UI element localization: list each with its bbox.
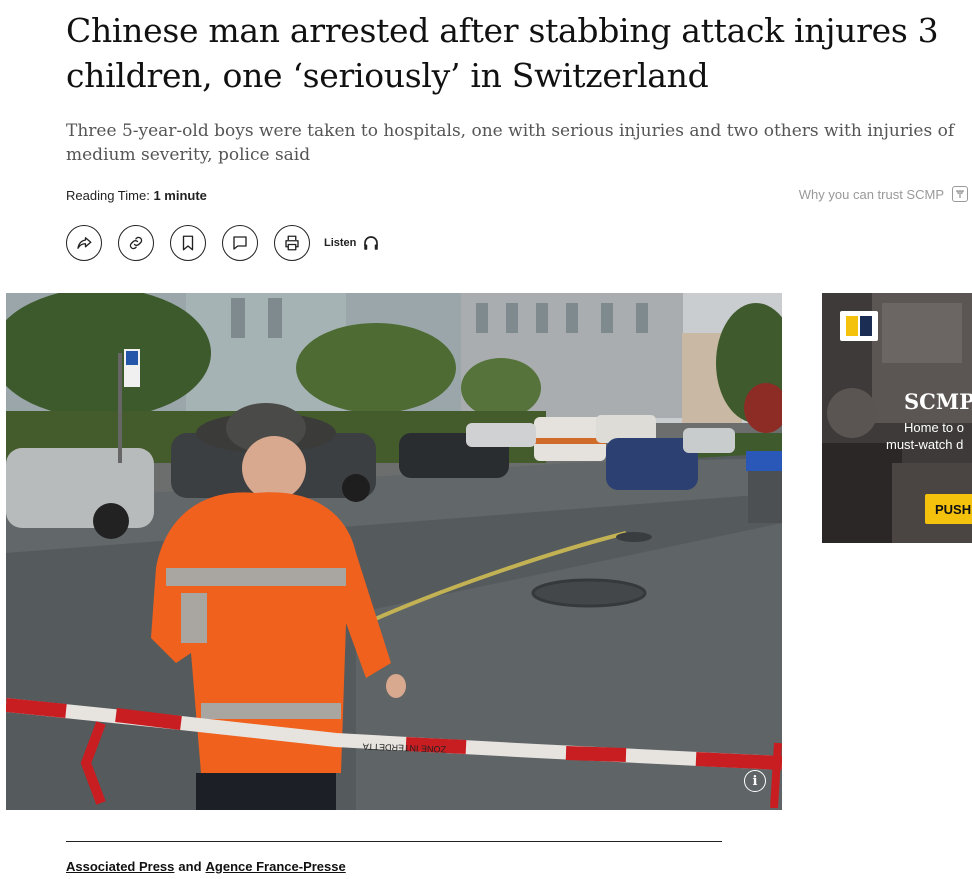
trust-icon (952, 186, 968, 202)
author-link-afp[interactable]: Agence France-Presse (206, 859, 346, 874)
byline-and: and (178, 859, 202, 874)
listen-button[interactable]: Listen (324, 234, 380, 252)
comment-icon (233, 236, 247, 250)
author-link-ap[interactable]: Associated Press (66, 859, 174, 874)
listen-label: Listen (324, 237, 357, 249)
ad-cta-button[interactable]: PUSH (925, 494, 972, 524)
trust-link[interactable]: Why you can trust SCMP (799, 186, 968, 202)
advertisement[interactable]: SCMP Home to o must-watch d PUSH (822, 293, 972, 543)
share-button[interactable] (66, 225, 102, 261)
article-headline: Chinese man arrested after stabbing atta… (66, 11, 939, 95)
photo-info-icon[interactable]: i (744, 770, 766, 792)
print-button[interactable] (274, 225, 310, 261)
ad-line1: Home to o (904, 420, 964, 435)
article-photo: ZONE INTERDETTA i (6, 293, 782, 810)
scmp-logo (840, 311, 878, 341)
bookmark-icon (182, 235, 194, 251)
comment-button[interactable] (222, 225, 258, 261)
headphones-icon (364, 236, 379, 250)
reading-time: Reading Time: 1 minute (66, 188, 207, 203)
scene-illustration: ZONE INTERDETTA (6, 293, 782, 810)
print-icon (285, 235, 299, 251)
reading-time-label: Reading Time: (66, 188, 150, 203)
article-actions: Listen (66, 225, 380, 261)
byline: Associated Press and Agence France-Presse (66, 859, 346, 874)
share-icon (77, 237, 92, 249)
article-subhead: Three 5-year-old boys were taken to hosp… (66, 121, 955, 165)
byline-divider (66, 841, 722, 842)
reading-time-value: 1 minute (153, 188, 207, 203)
bookmark-button[interactable] (170, 225, 206, 261)
copy-link-button[interactable] (118, 225, 154, 261)
ad-brand: SCMP (904, 389, 972, 414)
link-icon (129, 236, 143, 250)
trust-text: Why you can trust SCMP (798, 186, 944, 202)
ad-line2: must-watch d (886, 437, 964, 452)
